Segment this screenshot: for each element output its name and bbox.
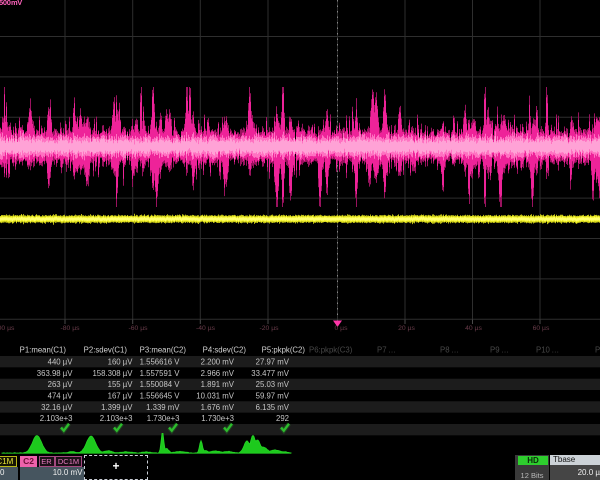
svg-text:P3:mean(C2): P3:mean(C2) [140,346,187,355]
svg-text:P1:mean(C1): P1:mean(C1) [20,346,67,355]
svg-text:32.16 µV: 32.16 µV [41,403,73,412]
svg-text:P8 …: P8 … [440,346,459,355]
svg-text:440 µV: 440 µV [48,358,74,367]
svg-text:155 µV: 155 µV [108,380,134,389]
svg-text:P5:pkpk(C2): P5:pkpk(C2) [262,346,306,355]
svg-text:P7 …: P7 … [377,346,396,355]
svg-text:2.200 mV: 2.200 mV [201,358,235,367]
svg-text:P9 …: P9 … [490,346,509,355]
svg-text:158.308 µV: 158.308 µV [92,369,133,378]
svg-text:263 µV: 263 µV [48,380,74,389]
svg-text:167 µV: 167 µV [108,392,134,401]
svg-text:2.966 mV: 2.966 mV [201,369,235,378]
svg-text:160 µV: 160 µV [108,358,134,367]
svg-text:-60 µs: -60 µs [128,325,148,332]
svg-text:-100 µs: -100 µs [0,325,15,332]
svg-text:1.339 mV: 1.339 mV [146,403,180,412]
svg-text:10.031 mV: 10.031 mV [196,392,235,401]
svg-text:-20 µs: -20 µs [259,325,279,332]
svg-text:-40 µs: -40 µs [196,325,216,332]
svg-text:1.399 µV: 1.399 µV [101,403,133,412]
svg-text:6.135 mV: 6.135 mV [256,403,290,412]
svg-text:25.03 mV: 25.03 mV [256,380,290,389]
svg-text:-80 µs: -80 µs [60,325,80,332]
svg-text:27.97 mV: 27.97 mV [256,358,290,367]
svg-text:474 µV: 474 µV [48,392,74,401]
svg-text:1.550084 V: 1.550084 V [140,380,181,389]
svg-text:0 µs: 0 µs [335,325,349,332]
svg-text:33.477 mV: 33.477 mV [251,369,290,378]
svg-text:P10 …: P10 … [536,346,559,355]
svg-text:P1: P1 [595,346,600,355]
svg-text:P2:sdev(C1): P2:sdev(C1) [84,346,128,355]
svg-text:P4:sdev(C2): P4:sdev(C2) [203,346,247,355]
svg-text:1.556645 V: 1.556645 V [140,392,181,401]
svg-text:363.98 µV: 363.98 µV [37,369,74,378]
svg-text:20 µs: 20 µs [398,325,415,332]
svg-text:2.103e+3: 2.103e+3 [100,414,133,423]
svg-text:1.676 mV: 1.676 mV [201,403,235,412]
svg-text:2.103e+3: 2.103e+3 [40,414,73,423]
svg-text:1.891 mV: 1.891 mV [201,380,235,389]
svg-text:59.97 mV: 59.97 mV [256,392,290,401]
svg-text:292: 292 [276,414,289,423]
svg-text:60 µs: 60 µs [533,325,550,332]
svg-text:1.556616 V: 1.556616 V [140,358,181,367]
svg-text:P6:pkpk(C3): P6:pkpk(C3) [309,346,353,355]
svg-text:1.730e+3: 1.730e+3 [201,414,234,423]
svg-text:40 µs: 40 µs [465,325,482,332]
svg-text:1.557591 V: 1.557591 V [140,369,181,378]
svg-text:1.730e+3: 1.730e+3 [147,414,180,423]
